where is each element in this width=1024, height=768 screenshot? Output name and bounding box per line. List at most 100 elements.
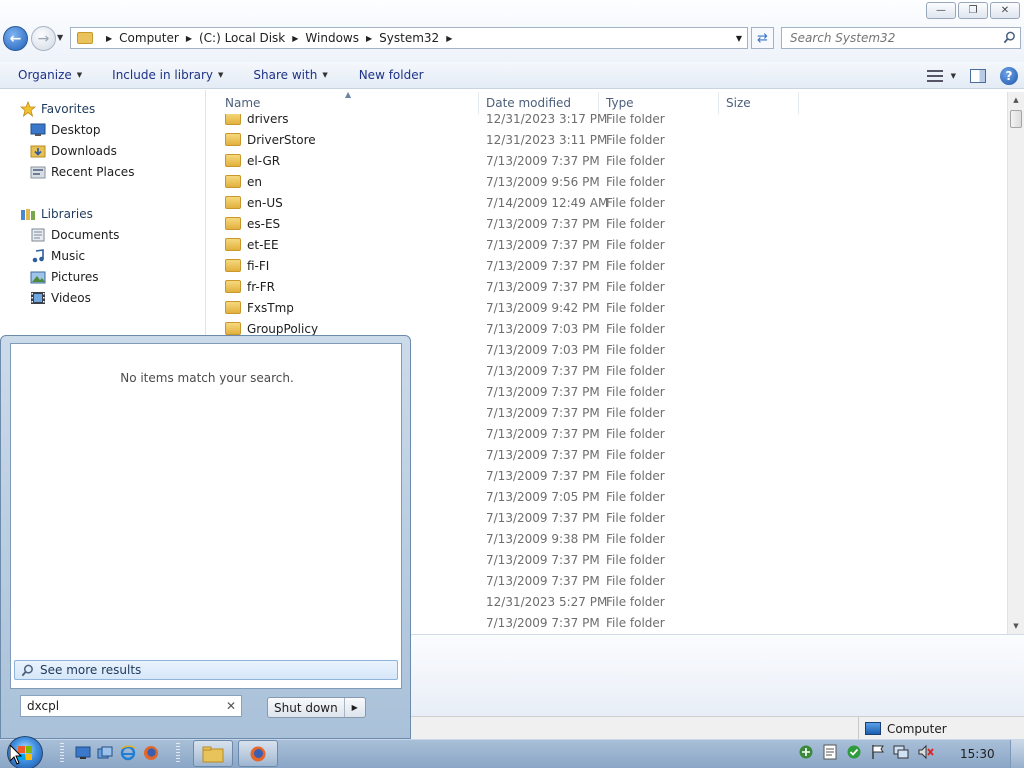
switch-windows-icon[interactable] (96, 744, 114, 762)
taskbar-grip[interactable] (176, 743, 180, 763)
column-header-name[interactable]: Name (219, 92, 479, 114)
tray-update-icon[interactable] (798, 744, 814, 760)
vertical-scrollbar[interactable]: ▲ ▼ (1007, 92, 1024, 634)
file-row[interactable]: es-ES 7/13/2009 7:37 PM File folder (207, 213, 1007, 234)
file-name-cell[interactable]: DriverStore (225, 133, 316, 147)
file-row[interactable]: DriverStore 12/31/2023 3:11 PM File folder (207, 129, 1007, 150)
file-date: 7/13/2009 7:37 PM (486, 216, 600, 231)
chevron-right-icon[interactable]: ▶ (446, 34, 452, 43)
breadcrumb-system32[interactable]: System32 (379, 31, 439, 45)
taskbar-grip[interactable] (60, 743, 64, 763)
network-icon[interactable] (893, 744, 909, 760)
volume-muted-icon[interactable] (918, 744, 934, 760)
file-name-cell[interactable]: GroupPolicy (225, 322, 318, 336)
search-input[interactable] (790, 31, 990, 45)
nav-libraries[interactable]: Libraries (20, 207, 93, 221)
address-bar[interactable]: ▶ Computer ▶ (C:) Local Disk ▶ Windows ▶… (70, 27, 748, 49)
file-row[interactable]: en-US 7/14/2009 12:49 AM File folder (207, 192, 1007, 213)
file-name-cell[interactable]: el-GR (225, 154, 280, 168)
tray-security-check-icon[interactable] (846, 744, 862, 760)
file-name-cell[interactable]: en-US (225, 196, 283, 210)
nav-favorites[interactable]: Favorites (20, 101, 95, 117)
see-more-results-link[interactable]: See more results (14, 660, 398, 680)
file-name: drivers (247, 114, 289, 126)
nav-desktop[interactable]: Desktop (30, 123, 101, 137)
scroll-up-icon[interactable]: ▲ (1008, 92, 1024, 108)
internet-explorer-icon[interactable] (119, 744, 137, 762)
change-view-icon[interactable] (926, 69, 943, 82)
nav-documents[interactable]: Documents (30, 228, 119, 242)
scroll-down-icon[interactable]: ▼ (1008, 618, 1024, 634)
file-name-cell[interactable]: fi-FI (225, 259, 269, 273)
file-name: en (247, 174, 262, 189)
preview-pane-icon[interactable] (970, 68, 986, 83)
tray-document-icon[interactable] (822, 744, 838, 760)
file-name-cell[interactable]: fr-FR (225, 280, 275, 294)
nav-pictures[interactable]: Pictures (30, 270, 99, 284)
taskbar-clock[interactable]: 15:30 (960, 739, 995, 768)
breadcrumb-windows[interactable]: Windows (305, 31, 359, 45)
breadcrumb-local-disk[interactable]: (C:) Local Disk (199, 31, 285, 45)
share-with-menu[interactable]: Share with ▼ (223, 68, 327, 82)
file-name-cell[interactable]: drivers (225, 114, 289, 126)
file-row[interactable]: fr-FR 7/13/2009 7:37 PM File folder (207, 276, 1007, 297)
taskbar-explorer-button[interactable] (193, 740, 233, 767)
file-name: fi-FI (247, 258, 270, 273)
file-row[interactable]: en 7/13/2009 9:56 PM File folder (207, 171, 1007, 192)
back-button[interactable]: ← (3, 26, 28, 51)
organize-menu[interactable]: Organize ▼ (0, 68, 82, 82)
file-name-cell[interactable]: es-ES (225, 217, 280, 231)
search-icon[interactable] (1003, 31, 1016, 44)
forward-button[interactable]: → (31, 26, 56, 51)
help-icon[interactable]: ? (1000, 66, 1018, 85)
view-options-dropdown[interactable]: ▼ (951, 72, 956, 80)
chevron-right-icon[interactable]: ▶ (106, 34, 112, 43)
column-header-date-modified[interactable]: Date modified (480, 92, 599, 114)
search-box[interactable] (781, 27, 1021, 49)
maximize-button[interactable]: ❐ (958, 2, 988, 19)
chevron-right-icon[interactable]: ▶ (292, 34, 298, 43)
file-name-cell[interactable]: FxsTmp (225, 301, 294, 315)
file-row[interactable]: el-GR 7/13/2009 7:37 PM File folder (207, 150, 1007, 171)
folder-icon (225, 259, 241, 272)
chevron-right-icon[interactable]: ▶ (186, 34, 192, 43)
nav-videos[interactable]: Videos (30, 291, 91, 305)
close-button[interactable]: ✕ (990, 2, 1020, 19)
file-type: File folder (606, 195, 665, 210)
address-dropdown-icon[interactable]: ▼ (736, 34, 742, 43)
start-search-input[interactable] (27, 699, 217, 713)
nav-downloads[interactable]: Downloads (30, 144, 117, 158)
start-search-box[interactable]: ✕ (20, 695, 242, 717)
column-header-type[interactable]: Type (600, 92, 719, 114)
action-center-flag-icon[interactable] (870, 744, 886, 760)
nav-recent-places[interactable]: Recent Places (30, 165, 134, 179)
file-row[interactable]: FxsTmp 7/13/2009 9:42 PM File folder (207, 297, 1007, 318)
file-date: 7/13/2009 7:37 PM (486, 363, 600, 378)
file-row[interactable]: et-EE 7/13/2009 7:37 PM File folder (207, 234, 1007, 255)
breadcrumb-computer[interactable]: Computer (119, 31, 179, 45)
file-row[interactable]: fi-FI 7/13/2009 7:37 PM File folder (207, 255, 1007, 276)
shutdown-options-arrow-icon[interactable]: ▶ (345, 698, 365, 717)
firefox-icon[interactable] (142, 744, 160, 762)
show-desktop-quicklaunch-icon[interactable] (74, 744, 92, 762)
shutdown-button[interactable]: Shut down (268, 698, 345, 717)
file-type: File folder (606, 363, 665, 378)
file-type: File folder (606, 153, 665, 168)
file-name-cell[interactable]: en (225, 175, 262, 189)
column-header-size[interactable]: Size (720, 92, 799, 114)
include-in-library-menu[interactable]: Include in library ▼ (82, 68, 223, 82)
scroll-thumb[interactable] (1010, 110, 1022, 128)
taskbar-firefox-button[interactable] (238, 740, 278, 767)
clear-search-icon[interactable]: ✕ (226, 699, 236, 713)
new-folder-button[interactable]: New folder (328, 68, 424, 82)
show-desktop-button[interactable] (1010, 740, 1024, 768)
file-row[interactable]: drivers 12/31/2023 3:17 PM File folder (207, 114, 1007, 129)
file-name-cell[interactable]: et-EE (225, 238, 279, 252)
folder-icon (225, 175, 241, 188)
nav-music[interactable]: Music (30, 249, 85, 263)
refresh-button[interactable]: ⇄ (751, 27, 774, 49)
minimize-button[interactable]: — (926, 2, 956, 19)
chevron-right-icon[interactable]: ▶ (366, 34, 372, 43)
recent-pages-dropdown[interactable]: ▼ (57, 33, 63, 42)
status-location: Computer (858, 717, 947, 740)
